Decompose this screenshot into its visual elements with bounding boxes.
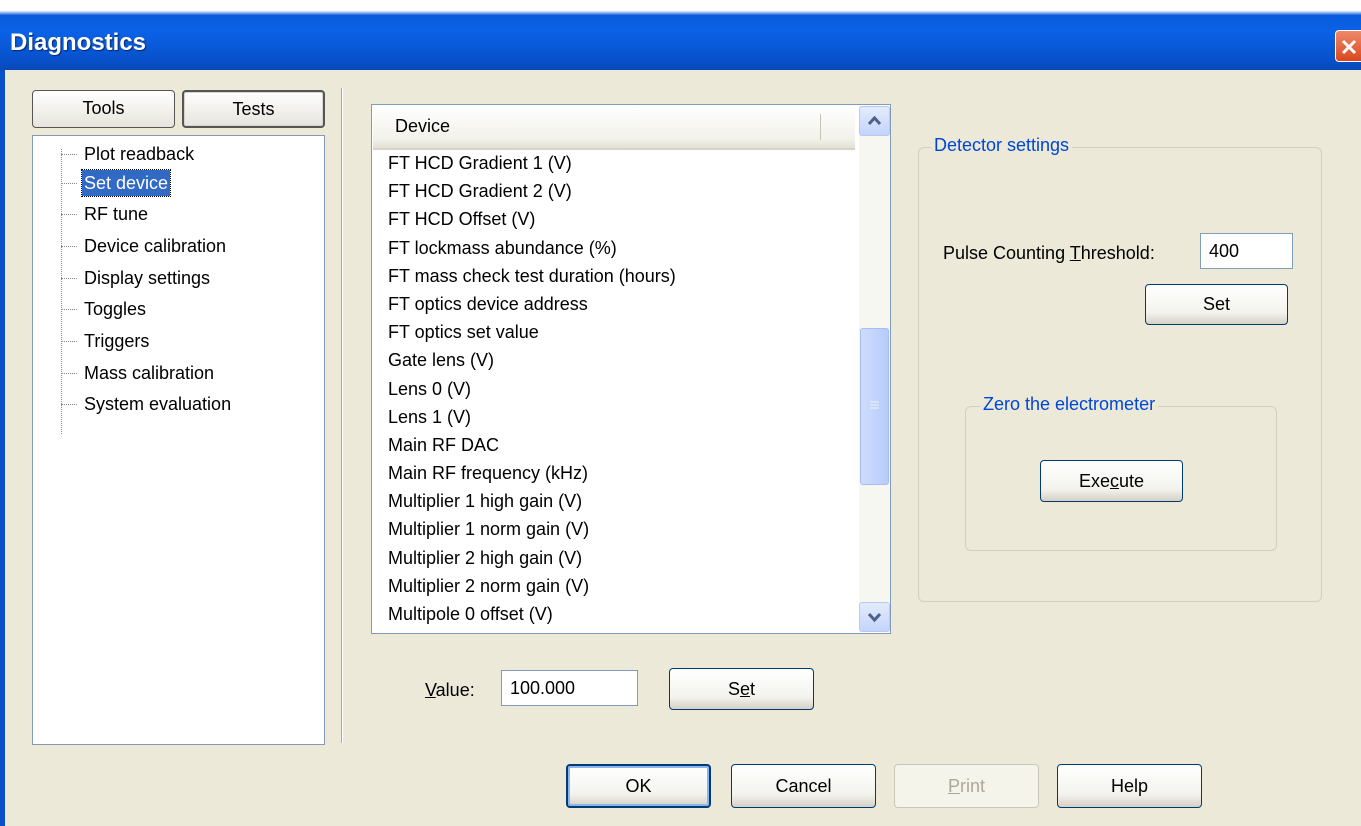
tree-item-label: Triggers <box>84 331 150 351</box>
value-label: Value: <box>425 680 475 701</box>
threshold-label-pre: Pulse Counting <box>943 243 1070 263</box>
tab-tests[interactable]: Tests <box>182 90 325 128</box>
tree-branch-line <box>61 154 77 155</box>
detector-settings-legend: Detector settings <box>931 135 1073 156</box>
print-label-rest: rint <box>960 776 986 796</box>
device-list-item[interactable]: Multiplier 2 norm gain (V) <box>388 572 853 600</box>
tree-item-label: Mass calibration <box>84 363 215 383</box>
set-label-mnemonic: e <box>739 679 750 699</box>
scroll-thumb[interactable] <box>860 327 889 485</box>
vertical-separator <box>341 88 343 743</box>
print-button[interactable]: Print <box>894 764 1039 808</box>
tree-branch-line <box>61 183 77 184</box>
column-header-device[interactable]: Device <box>395 116 450 137</box>
value-input[interactable]: 100.000 <box>501 670 638 706</box>
device-list-item[interactable]: Gate lens (V) <box>388 346 853 374</box>
ok-button[interactable]: OK <box>566 764 711 808</box>
value-label-mnemonic: V <box>425 680 436 700</box>
scroll-down-button[interactable] <box>859 602 890 632</box>
tree-branch-line <box>61 278 77 279</box>
tree-item-label: Toggles <box>84 299 147 319</box>
device-list-item[interactable]: Multiplier 2 high gain (V) <box>388 544 853 572</box>
device-list-item[interactable]: FT HCD Gradient 2 (V) <box>388 177 853 205</box>
threshold-set-button[interactable]: Set <box>1145 284 1288 325</box>
execute-button[interactable]: Execute <box>1040 460 1183 502</box>
device-list-item[interactable]: FT HCD Gradient 1 (V) <box>388 149 853 177</box>
device-list-item[interactable]: Multipole 00 offset (V) <box>388 628 853 633</box>
value-set-button[interactable]: Set <box>669 668 814 710</box>
device-list-item[interactable]: Main RF frequency (kHz) <box>388 459 853 487</box>
device-list-item[interactable]: Multipole 0 offset (V) <box>388 600 853 628</box>
close-icon <box>1341 39 1357 55</box>
title-bar: Diagnostics <box>0 0 1361 70</box>
help-button[interactable]: Help <box>1057 764 1202 808</box>
execute-label-pre: Exe <box>1078 471 1110 491</box>
tree-item-label: System evaluation <box>84 394 232 414</box>
tests-tree[interactable]: Plot readback Set device RF tune Device … <box>32 135 325 745</box>
column-divider[interactable] <box>820 114 821 140</box>
threshold-label-post: hreshold: <box>1080 243 1155 263</box>
grip-icon <box>870 401 879 409</box>
print-label-mnemonic: P <box>947 776 960 796</box>
chevron-down-icon <box>867 612 882 623</box>
threshold-label-mnemonic: T <box>1069 243 1081 263</box>
device-list-rows: FT HCD Gradient 1 (V) FT HCD Gradient 2 (… <box>388 149 853 633</box>
device-list-item[interactable]: FT lockmass abundance (%) <box>388 234 853 262</box>
zero-electrometer-legend: Zero the electrometer <box>980 394 1159 415</box>
device-list-item[interactable]: FT HCD Offset (V) <box>388 205 853 233</box>
cancel-button[interactable]: Cancel <box>731 764 876 808</box>
tree-item-label: Display settings <box>84 268 211 288</box>
execute-label-post: ute <box>1119 471 1145 491</box>
device-list-item[interactable]: Lens 0 (V) <box>388 375 853 403</box>
tree-branch-line <box>61 309 77 310</box>
pulse-threshold-input[interactable]: 400 <box>1200 233 1293 269</box>
device-list-scrollbar[interactable] <box>859 106 890 632</box>
set-label-post: t <box>750 679 756 699</box>
tree-item-label: Set device <box>80 169 172 197</box>
device-list-item[interactable]: FT optics set value <box>388 318 853 346</box>
device-list-item[interactable]: Multiplier 1 high gain (V) <box>388 487 853 515</box>
pulse-threshold-label: Pulse Counting Threshold: <box>943 243 1155 264</box>
tree-connector-line <box>61 149 62 434</box>
device-list-item[interactable]: Main RF DAC <box>388 431 853 459</box>
tree-branch-line <box>61 246 77 247</box>
window-title: Diagnostics <box>10 29 147 56</box>
close-button[interactable] <box>1335 30 1361 62</box>
device-list-item[interactable]: FT optics device address <box>388 290 853 318</box>
scroll-up-button[interactable] <box>859 106 890 136</box>
device-list[interactable]: Device FT HCD Gradient 1 (V) FT HCD Gradi… <box>371 104 891 634</box>
tree-branch-line <box>61 404 77 405</box>
tree-item-label: Device calibration <box>84 236 227 256</box>
tree-item-label: RF tune <box>84 204 149 224</box>
tree-branch-line <box>61 214 77 215</box>
chevron-up-icon <box>867 115 882 126</box>
device-list-item[interactable]: Lens 1 (V) <box>388 403 853 431</box>
tree-branch-line <box>61 373 77 374</box>
execute-label-mnemonic: c <box>1110 471 1119 491</box>
device-list-item[interactable]: Multiplier 1 norm gain (V) <box>388 515 853 543</box>
device-list-header[interactable]: Device <box>373 106 855 150</box>
device-list-item[interactable]: FT mass check test duration (hours) <box>388 262 853 290</box>
tree-branch-line <box>61 341 77 342</box>
set-label-pre: S <box>727 679 740 699</box>
value-label-rest: alue: <box>435 680 475 700</box>
tree-item-label: Plot readback <box>84 144 195 164</box>
tab-tools[interactable]: Tools <box>32 90 175 128</box>
